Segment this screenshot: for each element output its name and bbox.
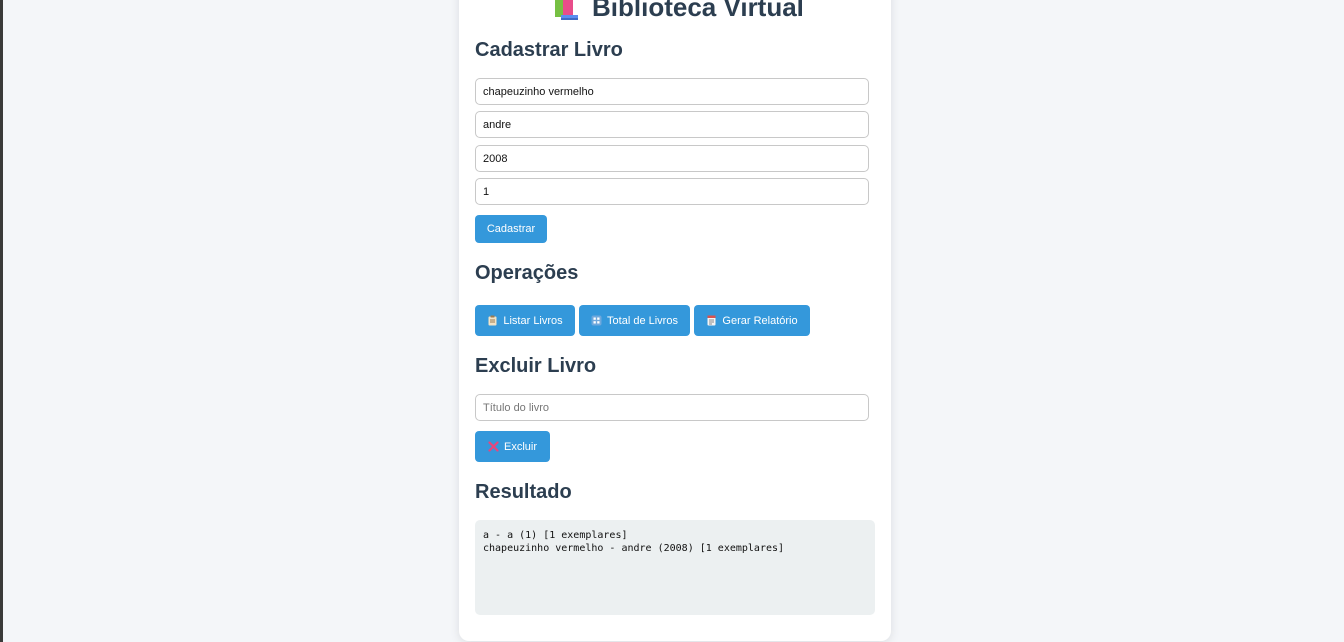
window-edge xyxy=(0,0,3,642)
page-title: Biblioteca Virtual xyxy=(552,0,804,23)
total-books-label: Total de Livros xyxy=(607,314,678,327)
copies-field[interactable] xyxy=(475,178,869,205)
result-heading: Resultado xyxy=(475,481,572,503)
result-output: a - a (1) [1 exemplares] chapeuzinho ver… xyxy=(475,520,875,615)
author-field[interactable] xyxy=(475,111,869,138)
books-icon xyxy=(552,0,582,23)
operations-heading: Operações xyxy=(475,262,579,284)
result-line: chapeuzinho vermelho - andre (2008) [1 e… xyxy=(483,543,785,554)
cross-icon xyxy=(488,441,499,452)
delete-button-label: Excluir xyxy=(504,440,538,453)
register-heading: Cadastrar Livro xyxy=(475,39,623,61)
list-books-label: Listar Livros xyxy=(503,314,563,327)
delete-heading: Excluir Livro xyxy=(475,355,597,377)
result-line: a - a (1) [1 exemplares] xyxy=(483,530,628,541)
clipboard-icon xyxy=(487,315,498,326)
list-books-button[interactable]: Listar Livros xyxy=(475,305,575,336)
register-button[interactable]: Cadastrar xyxy=(475,215,547,243)
delete-button[interactable]: Excluir xyxy=(475,431,550,462)
year-field[interactable] xyxy=(475,145,869,172)
book-title-field[interactable] xyxy=(475,78,869,105)
report-icon xyxy=(706,315,717,326)
total-books-button[interactable]: Total de Livros xyxy=(579,305,690,336)
register-button-label: Cadastrar xyxy=(486,223,536,235)
page-title-text: Biblioteca Virtual xyxy=(592,0,804,22)
numbers-icon xyxy=(591,315,602,326)
delete-title-input[interactable] xyxy=(475,394,869,421)
generate-report-button[interactable]: Gerar Relatório xyxy=(694,305,810,336)
generate-report-label: Gerar Relatório xyxy=(722,314,798,327)
